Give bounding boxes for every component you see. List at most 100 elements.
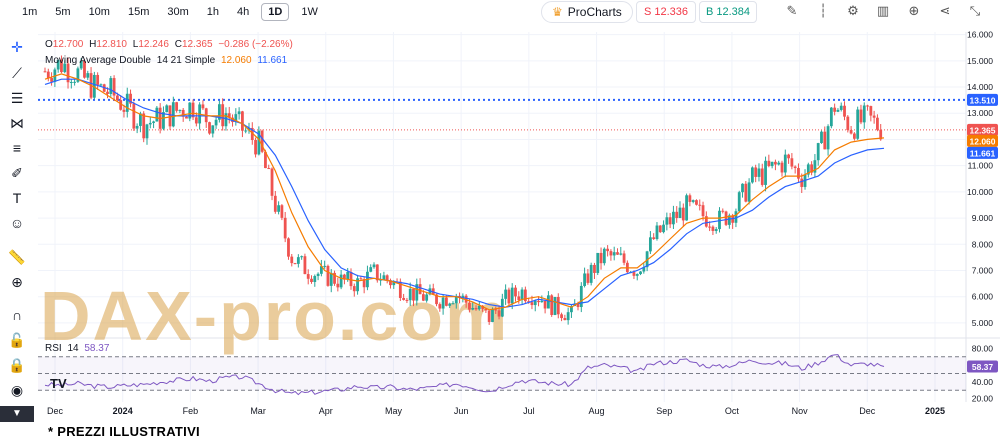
time-tick-label: Dec	[859, 406, 876, 416]
candle-body	[711, 226, 715, 231]
candle-body	[767, 160, 771, 167]
candle-body	[106, 91, 109, 94]
candle-body	[46, 71, 50, 79]
candle-body	[609, 251, 613, 256]
candle-body	[96, 74, 100, 85]
candle-body	[553, 296, 557, 315]
candle-body	[764, 160, 767, 185]
candle-body	[843, 105, 846, 117]
candle-body	[418, 284, 422, 295]
ohlc-legend: O12.700 H12.810 L12.246 C12.365 −0.286 (…	[45, 39, 293, 50]
time-tick-label: Sep	[656, 406, 672, 416]
candle-body	[293, 263, 297, 265]
candle-body	[306, 274, 310, 279]
candle-body	[329, 272, 333, 286]
candle-body	[856, 109, 860, 139]
candle-body	[412, 288, 415, 301]
candle-body	[326, 265, 330, 286]
price-chart[interactable]: DAX-pro.com 16.000 15.000 14.000 13.000 12.0…	[0, 0, 1000, 441]
rsi-tick-label: 20.00	[972, 394, 994, 404]
ma-legend[interactable]: Moving Average Double 14 21 Simple 12.06…	[45, 55, 288, 66]
candle-body	[165, 105, 169, 113]
candle-body	[774, 161, 777, 165]
candle-body	[876, 117, 879, 130]
candle-body	[530, 302, 534, 306]
time-axis[interactable]: Dec 2024 Feb Mar Apr May Jun Jul Aug Sep Oct Nov Dec…	[47, 406, 945, 416]
candle-body	[313, 276, 317, 282]
candle-body	[839, 105, 843, 110]
price-axis[interactable]: 16.00015.00014.00013.00012.00011.00010.0…	[967, 30, 993, 328]
candle-body	[445, 297, 448, 306]
time-tick-label: Jun	[454, 406, 469, 416]
candle-body	[820, 131, 823, 144]
price-tick-label: 11.000	[968, 161, 994, 171]
candle-body	[787, 154, 790, 159]
time-tick-label: Mar	[250, 406, 266, 416]
time-tick-label: Nov	[792, 406, 809, 416]
candle-body	[760, 168, 764, 185]
price-tick-label: 5.000	[972, 318, 994, 328]
candle-body	[283, 217, 287, 239]
candle-body	[290, 256, 294, 264]
candle-body	[550, 295, 554, 315]
candle-body	[201, 104, 205, 109]
candle-body	[267, 168, 271, 170]
candle-body	[602, 248, 606, 264]
candle-body	[346, 271, 350, 280]
candle-body	[563, 318, 567, 321]
candle-body	[441, 297, 445, 309]
candle-body	[606, 248, 610, 252]
candle-body	[142, 113, 146, 139]
candle-body	[194, 117, 198, 124]
candle-body	[560, 314, 563, 319]
candle-body	[471, 307, 475, 310]
level-price-tag: 13.510	[970, 95, 996, 105]
candle-body	[494, 309, 498, 311]
candle-body	[586, 273, 590, 283]
footnote: * PREZZI ILLUSTRATIVI	[48, 424, 200, 439]
candle-body	[474, 307, 478, 310]
candle-body	[155, 107, 159, 122]
candle-body	[175, 102, 179, 111]
candle-body	[148, 122, 152, 125]
candle-body	[836, 109, 840, 112]
ma-fast-price-tag: 12.060	[970, 136, 996, 146]
candle-body	[359, 278, 363, 280]
price-tick-label: 10.000	[967, 187, 993, 197]
candle-body	[672, 211, 675, 225]
candle-body	[852, 133, 856, 139]
candle-body	[421, 294, 425, 301]
candle-body	[721, 210, 725, 212]
candle-body	[826, 126, 830, 150]
candle-body	[145, 124, 149, 139]
candle-body	[537, 300, 540, 303]
candle-body	[168, 105, 172, 127]
candle-body	[662, 224, 665, 233]
candle-body	[793, 166, 797, 169]
candle-body	[635, 274, 639, 276]
candle-body	[846, 116, 850, 131]
candle-body	[658, 225, 662, 233]
candle-body	[287, 238, 290, 257]
candle-body	[43, 71, 47, 73]
candle-body	[372, 264, 376, 268]
candle-body	[583, 273, 586, 286]
last-price-tag: 12.365	[970, 125, 996, 135]
candle-body	[270, 168, 274, 196]
time-tick-label: Dec	[47, 406, 64, 416]
candle-body	[339, 274, 343, 288]
rsi-legend[interactable]: RSI 14 58.37	[45, 343, 110, 354]
candle-body	[599, 252, 603, 264]
candle-body	[69, 81, 73, 83]
price-tick-label: 9.000	[972, 213, 994, 223]
candle-body	[303, 256, 307, 275]
candle-body	[115, 95, 119, 101]
rsi-axis[interactable]: 80.0060.0040.0020.00	[972, 343, 994, 403]
candle-body	[402, 297, 406, 300]
candle-body	[750, 167, 754, 183]
candle-body	[135, 125, 139, 129]
candle-body	[336, 283, 340, 288]
candle-body	[708, 226, 712, 228]
candle-body	[596, 252, 600, 273]
rsi-panel	[38, 354, 966, 396]
